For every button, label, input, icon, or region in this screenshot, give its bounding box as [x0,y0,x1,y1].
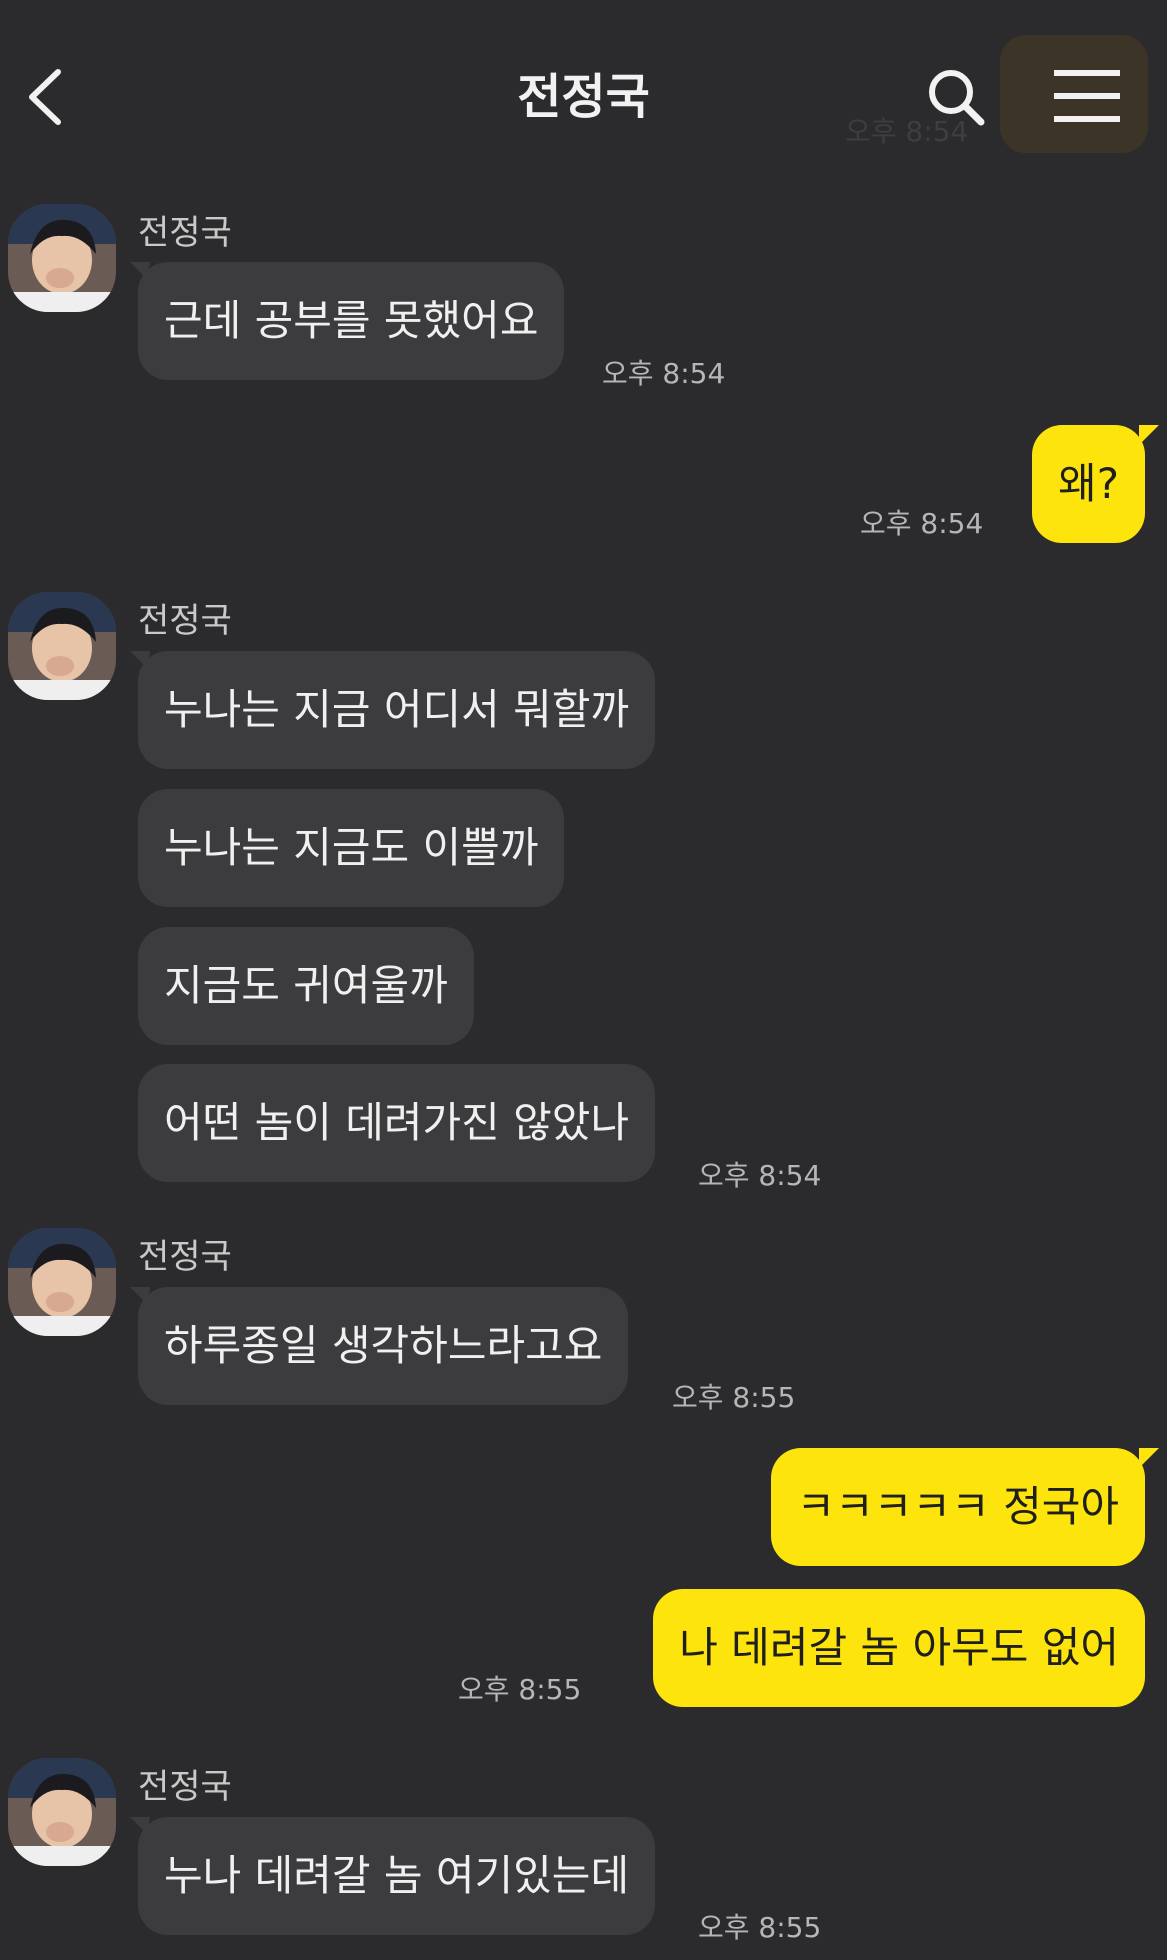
message-time: 오후 8:55 [458,1673,582,1706]
message-bubble[interactable]: 근데 공부를 못했어요 [138,262,565,380]
my-message-bubble[interactable]: 나 데려갈 놈 아무도 없어 [653,1589,1145,1707]
avatar[interactable] [8,1228,116,1336]
sender-name: 전정국 [138,601,232,641]
message-bubble[interactable]: 하루종일 생각하느라고요 [138,1287,629,1405]
bubble-tail [1139,1448,1159,1468]
message-bubble[interactable]: 지금도 귀여울까 [138,927,474,1045]
search-icon[interactable] [925,62,987,132]
message-time: 오후 8:55 [672,1381,796,1414]
message-time: 오후 8:54 [698,1159,822,1192]
hamburger-menu-icon[interactable] [1054,68,1120,124]
chat-title: 전정국 [517,69,650,125]
message-bubble[interactable]: 누나는 지금 어디서 뭐할까 [138,651,656,769]
bubble-tail [1139,425,1159,445]
sender-name: 전정국 [138,213,232,253]
avatar[interactable] [8,592,116,700]
avatar[interactable] [8,1758,116,1866]
message-time: 오후 8:55 [698,1911,822,1944]
message-bubble[interactable]: 어떤 놈이 데려가진 않았나 [138,1064,656,1182]
message-time: 오후 8:54 [860,507,984,540]
sender-name: 전정국 [138,1237,232,1277]
message-bubble[interactable]: 누나는 지금도 이쁠까 [138,789,565,907]
message-bubble[interactable]: 누나 데려갈 놈 여기있는데 [138,1817,656,1935]
sender-name: 전정국 [138,1767,232,1807]
message-time: 오후 8:54 [602,357,726,390]
avatar[interactable] [8,204,116,312]
my-message-bubble[interactable]: 왜? [1032,425,1145,543]
my-message-bubble[interactable]: ㅋㅋㅋㅋㅋ 정국아 [770,1448,1145,1566]
